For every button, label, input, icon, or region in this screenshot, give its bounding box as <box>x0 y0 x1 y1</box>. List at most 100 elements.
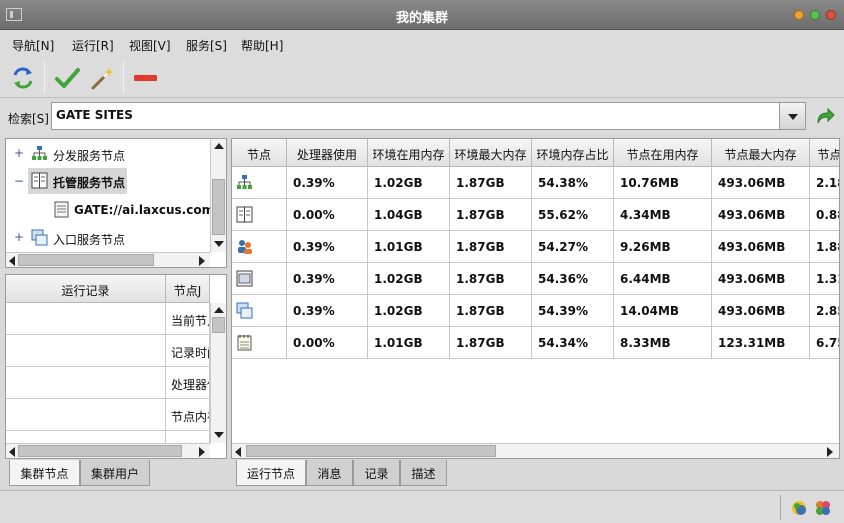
menu-navigate[interactable]: 导航[N] <box>12 37 54 54</box>
column-header-node-max-memory[interactable]: 节点最大内存 <box>712 139 810 167</box>
tree-item-gate-site[interactable]: GATE://ai.laxcus.com:6 <box>6 197 226 223</box>
env-max-memory-cell[interactable]: 1.87GB <box>450 263 532 295</box>
menu-service[interactable]: 服务[S] <box>186 37 227 54</box>
node-extra-cell[interactable]: 6.75 <box>810 327 839 359</box>
env-memory-ratio-cell[interactable]: 54.27% <box>532 231 614 263</box>
node-field-cell[interactable]: 处理器使用 <box>166 367 210 399</box>
env-max-memory-cell[interactable]: 1.87GB <box>450 199 532 231</box>
menu-view[interactable]: 视图[V] <box>129 37 171 54</box>
env-max-memory-cell[interactable]: 1.87GB <box>450 327 532 359</box>
tree-expand-toggle[interactable]: + <box>14 146 24 160</box>
node-extra-cell[interactable]: 1.31 <box>810 263 839 295</box>
column-header-node[interactable]: 节点J <box>166 275 210 303</box>
node-icon-cell[interactable] <box>232 295 287 327</box>
node-used-memory-cell[interactable]: 9.26MB <box>614 231 712 263</box>
scroll-thumb[interactable] <box>246 445 496 457</box>
node-icon-cell[interactable] <box>232 167 287 199</box>
magic-wand-button[interactable] <box>88 64 116 92</box>
column-header-run-record[interactable]: 运行记录 <box>6 275 166 303</box>
tree-vertical-scrollbar[interactable] <box>210 139 226 252</box>
cpu-usage-cell[interactable]: 0.00% <box>287 199 368 231</box>
cpu-usage-cell[interactable]: 0.39% <box>287 295 368 327</box>
node-used-memory-cell[interactable]: 6.44MB <box>614 263 712 295</box>
node-used-memory-cell[interactable]: 14.04MB <box>614 295 712 327</box>
tab-messages[interactable]: 消息 <box>306 460 353 486</box>
node-field-cell[interactable]: 记录时间 <box>166 335 210 367</box>
tree-horizontal-scrollbar[interactable] <box>6 252 210 267</box>
column-header-env-memory-ratio[interactable]: 环境内存占比 <box>532 139 614 167</box>
run-record-cell[interactable] <box>6 399 166 431</box>
node-table-horizontal-scrollbar[interactable] <box>232 443 839 458</box>
tree-item-entrance[interactable]: + 入口服务节点 <box>6 225 210 251</box>
tab-description[interactable]: 描述 <box>400 460 447 486</box>
env-max-memory-cell[interactable]: 1.87GB <box>450 167 532 199</box>
column-header-node-used-memory[interactable]: 节点在用内存 <box>614 139 712 167</box>
tab-records[interactable]: 记录 <box>353 460 400 486</box>
node-used-memory-cell[interactable]: 4.34MB <box>614 199 712 231</box>
node-used-memory-cell[interactable]: 10.76MB <box>614 167 712 199</box>
remove-button[interactable] <box>132 64 160 92</box>
cpu-usage-cell[interactable]: 0.39% <box>287 263 368 295</box>
column-header-env-used-memory[interactable]: 环境在用内存 <box>368 139 450 167</box>
search-input[interactable]: GATE SITES <box>51 102 780 130</box>
maximize-button[interactable] <box>810 10 820 20</box>
node-extra-cell[interactable]: 0.88 <box>810 199 839 231</box>
env-max-memory-cell[interactable]: 1.87GB <box>450 231 532 263</box>
run-log-horizontal-scrollbar[interactable] <box>6 443 210 458</box>
node-extra-cell[interactable]: 1.88 <box>810 231 839 263</box>
column-header-node-column[interactable]: 节点 <box>232 139 287 167</box>
node-max-memory-cell[interactable]: 493.06MB <box>712 199 810 231</box>
confirm-button[interactable] <box>53 64 81 92</box>
node-icon-cell[interactable] <box>232 327 287 359</box>
column-header-cpu-usage[interactable]: 处理器使用 <box>287 139 368 167</box>
node-field-cell[interactable]: 节点内存 <box>166 399 210 431</box>
run-record-cell[interactable] <box>6 335 166 367</box>
node-max-memory-cell[interactable]: 493.06MB <box>712 167 810 199</box>
node-icon-cell[interactable] <box>232 231 287 263</box>
scroll-thumb[interactable] <box>18 254 154 266</box>
node-icon-cell[interactable] <box>232 263 287 295</box>
node-max-memory-cell[interactable]: 493.06MB <box>712 231 810 263</box>
env-used-memory-cell[interactable]: 1.01GB <box>368 327 450 359</box>
node-extra-cell[interactable]: 2.85 <box>810 295 839 327</box>
cpu-usage-cell[interactable]: 0.39% <box>287 167 368 199</box>
node-icon-cell[interactable] <box>232 199 287 231</box>
tab-cluster-users[interactable]: 集群用户 <box>80 460 150 486</box>
run-record-cell[interactable] <box>6 367 166 399</box>
env-memory-ratio-cell[interactable]: 54.38% <box>532 167 614 199</box>
node-max-memory-cell[interactable]: 493.06MB <box>712 295 810 327</box>
node-field-cell[interactable]: 当前节点 <box>166 303 210 335</box>
close-button[interactable] <box>826 10 836 20</box>
tree-item-hosting[interactable]: 托管服务节点 <box>28 168 127 194</box>
scroll-thumb[interactable] <box>18 445 182 457</box>
node-extra-cell[interactable]: 2.18 <box>810 167 839 199</box>
tree-item-distribute[interactable]: + 分发服务节点 <box>6 141 210 167</box>
minimize-button[interactable] <box>794 10 804 20</box>
search-go-button[interactable] <box>814 105 836 127</box>
scroll-thumb[interactable] <box>212 317 225 333</box>
search-dropdown-button[interactable] <box>779 102 806 130</box>
connection-status-icon[interactable] <box>790 499 808 517</box>
tree-expand-toggle[interactable]: + <box>14 230 24 244</box>
env-used-memory-cell[interactable]: 1.04GB <box>368 199 450 231</box>
cpu-usage-cell[interactable]: 0.39% <box>287 231 368 263</box>
tab-running-nodes[interactable]: 运行节点 <box>236 460 306 486</box>
run-log-vertical-scrollbar[interactable] <box>210 303 226 443</box>
run-record-cell[interactable] <box>6 303 166 335</box>
env-used-memory-cell[interactable]: 1.02GB <box>368 167 450 199</box>
tab-cluster-nodes[interactable]: 集群节点 <box>9 460 80 486</box>
column-header-node-extra[interactable]: 节点 <box>810 139 839 167</box>
env-used-memory-cell[interactable]: 1.01GB <box>368 231 450 263</box>
menu-run[interactable]: 运行[R] <box>72 37 114 54</box>
env-memory-ratio-cell[interactable]: 54.34% <box>532 327 614 359</box>
env-memory-ratio-cell[interactable]: 54.36% <box>532 263 614 295</box>
node-max-memory-cell[interactable]: 123.31MB <box>712 327 810 359</box>
cpu-usage-cell[interactable]: 0.00% <box>287 327 368 359</box>
menu-help[interactable]: 帮助[H] <box>241 37 283 54</box>
column-header-env-max-memory[interactable]: 环境最大内存 <box>450 139 532 167</box>
node-max-memory-cell[interactable]: 493.06MB <box>712 263 810 295</box>
env-used-memory-cell[interactable]: 1.02GB <box>368 295 450 327</box>
node-used-memory-cell[interactable]: 8.33MB <box>614 327 712 359</box>
tree-collapse-toggle[interactable]: − <box>14 174 24 188</box>
env-memory-ratio-cell[interactable]: 54.39% <box>532 295 614 327</box>
